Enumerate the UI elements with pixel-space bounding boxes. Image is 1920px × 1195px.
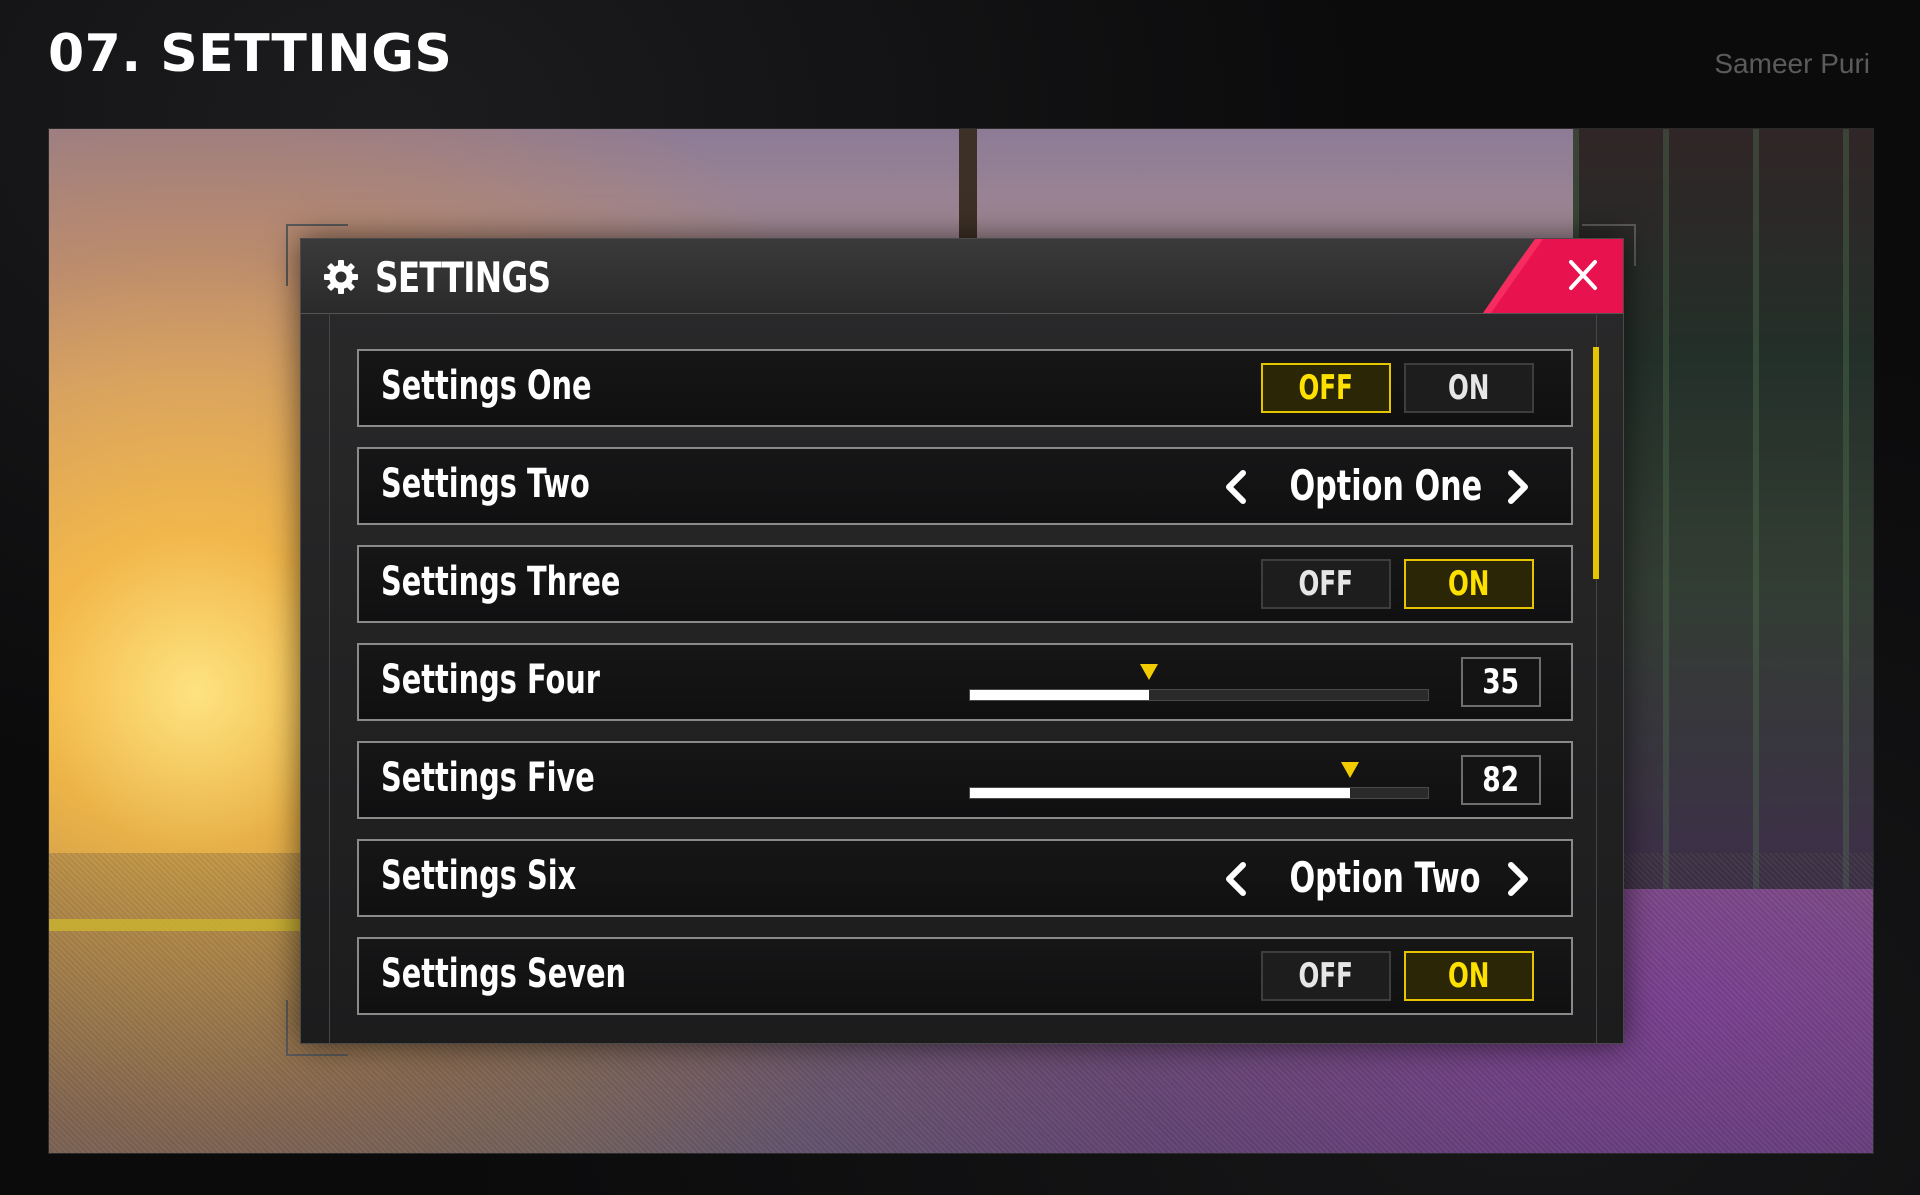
setting-label: Settings Six: [381, 853, 577, 899]
gear-icon: [324, 260, 358, 294]
scrollbar-thumb[interactable]: [1593, 347, 1599, 579]
setting-label: Settings Four: [381, 657, 600, 703]
author-credit: Sameer Puri: [1714, 48, 1870, 79]
slider-value: 82: [1461, 755, 1541, 805]
slider-fill: [970, 690, 1149, 700]
setting-label: Settings Three: [381, 559, 621, 605]
pole-scenery: [959, 129, 977, 239]
panel-title: SETTINGS: [375, 253, 551, 302]
setting-row-four: Settings Four 35: [357, 643, 1573, 721]
toggle-on-button[interactable]: ON: [1404, 951, 1534, 1001]
road-line-scenery: [49, 919, 329, 931]
setting-label: Settings Seven: [381, 951, 627, 997]
slider-thumb[interactable]: [1139, 664, 1158, 680]
slider-track[interactable]: [969, 664, 1429, 701]
toggle-off-button[interactable]: OFF: [1261, 363, 1391, 413]
chevron-right-icon[interactable]: [1501, 467, 1535, 507]
chevron-left-icon[interactable]: [1219, 467, 1253, 507]
slider-value: 35: [1461, 657, 1541, 707]
panel-header: SETTINGS: [301, 239, 1623, 314]
setting-label: Settings Five: [381, 755, 595, 801]
slider-track[interactable]: [969, 762, 1429, 799]
slider-thumb[interactable]: [1341, 762, 1360, 778]
chevron-right-icon[interactable]: [1501, 859, 1535, 899]
close-button[interactable]: [1483, 239, 1623, 313]
setting-label: Settings One: [381, 363, 592, 409]
toggle-off-button[interactable]: OFF: [1261, 559, 1391, 609]
setting-row-one: Settings One OFF ON: [357, 349, 1573, 427]
toggle-on-button[interactable]: ON: [1404, 363, 1534, 413]
setting-row-three: Settings Three OFF ON: [357, 545, 1573, 623]
settings-panel: SETTINGS Settings One OFF ON Settings Tw…: [300, 238, 1624, 1044]
slider-fill: [970, 788, 1351, 798]
chevron-left-icon[interactable]: [1219, 859, 1253, 899]
setting-row-five: Settings Five 82: [357, 741, 1573, 819]
page-heading: 07. SETTINGS: [48, 24, 453, 84]
selector-value: Option One: [1289, 461, 1483, 510]
selector-value: Option Two: [1289, 853, 1481, 902]
setting-row-two: Settings Two Option One: [357, 447, 1573, 525]
setting-label: Settings Two: [381, 461, 590, 507]
setting-row-six: Settings Six Option Two: [357, 839, 1573, 917]
toggle-off-button[interactable]: OFF: [1261, 951, 1391, 1001]
toggle-on-button[interactable]: ON: [1404, 559, 1534, 609]
setting-row-seven: Settings Seven OFF ON: [357, 937, 1573, 1015]
